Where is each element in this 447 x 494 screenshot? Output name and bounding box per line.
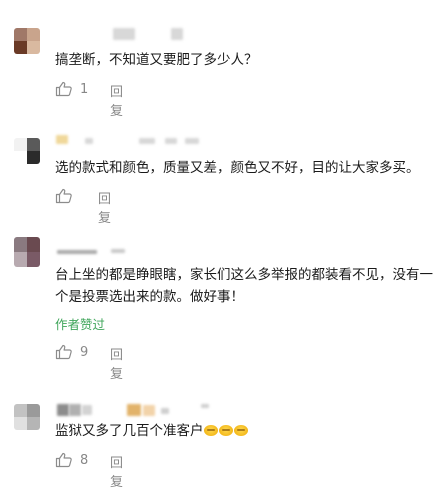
comment-actions: 8 回复	[55, 451, 123, 490]
username-redacted[interactable]	[55, 404, 255, 418]
thumbs-up-icon[interactable]	[55, 344, 73, 360]
laughing-emoji-icon	[218, 425, 233, 436]
username-redacted[interactable]	[55, 247, 175, 261]
like-count: 8	[80, 452, 89, 468]
comment-text: 台上坐的都是睁眼瞎，家长们这么多举报的都装看不见，没有一个是投票选出来的款。做好…	[55, 267, 433, 305]
laughing-emoji-icon	[203, 425, 218, 436]
thumbs-up-icon[interactable]	[55, 452, 73, 468]
thumbs-up-icon[interactable]	[55, 188, 73, 204]
like-count: 9	[80, 344, 89, 360]
comment-actions: 9 回复	[55, 343, 123, 382]
comment-text: 监狱又多了几百个准客户	[55, 420, 435, 442]
avatar[interactable]	[14, 138, 40, 164]
reply-button[interactable]: 回复	[110, 81, 123, 119]
comment-text: 选的款式和颜色，质量又差，颜色又不好，目的让大家多买。	[55, 160, 420, 176]
reply-button[interactable]: 回复	[110, 452, 123, 490]
like-count: 1	[80, 81, 89, 97]
avatar[interactable]	[14, 404, 40, 430]
avatar[interactable]	[14, 28, 40, 54]
comment-actions: 回复	[55, 187, 111, 226]
reply-button[interactable]: 回复	[98, 188, 111, 226]
comment-text: 搞垄断，不知道又要肥了多少人？	[55, 52, 258, 68]
author-liked-badge: 作者赞过	[55, 317, 106, 332]
comment-actions: 1 回复	[55, 80, 123, 119]
reply-button[interactable]: 回复	[110, 344, 123, 382]
comment-text-content: 监狱又多了几百个准客户	[55, 423, 204, 439]
thumbs-up-icon[interactable]	[55, 81, 73, 97]
username-redacted[interactable]	[55, 28, 195, 42]
avatar[interactable]	[14, 237, 40, 267]
laughing-emoji-icon	[233, 425, 248, 436]
username-redacted[interactable]	[55, 135, 235, 149]
